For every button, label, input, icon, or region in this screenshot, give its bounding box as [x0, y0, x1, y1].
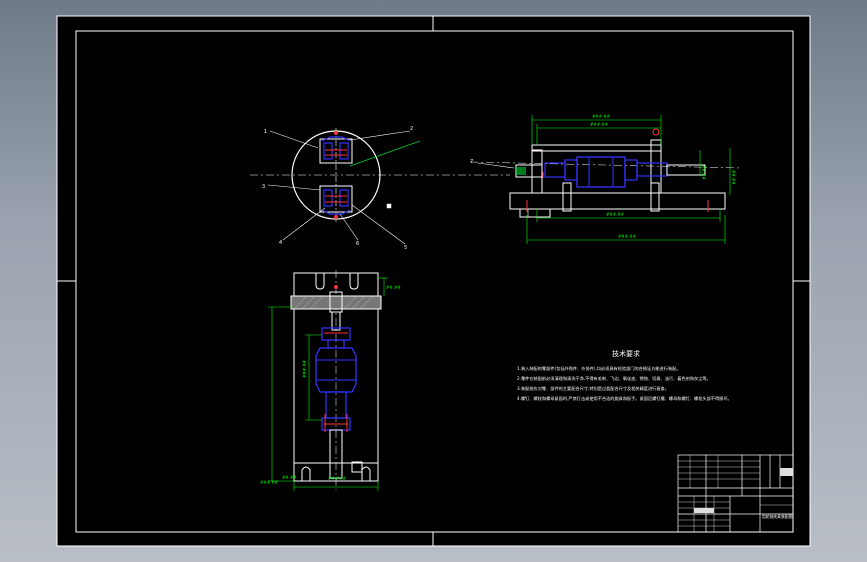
note-line-1: 1.装入装配的零部件(包括外购件、外协件),均必须具有检验部门的合格证方能进行装…	[517, 365, 681, 372]
svg-text:6: 6	[356, 241, 359, 247]
svg-text:##.##: ##.##	[701, 165, 706, 180]
svg-text:###.##: ###.##	[328, 476, 347, 481]
svg-text:###.##: ###.##	[606, 212, 625, 217]
svg-text:5: 5	[404, 245, 407, 251]
svg-text:###.##: ###.##	[618, 234, 637, 239]
svg-text:3: 3	[262, 184, 265, 190]
note-line-2: 2.零件在装配前必须清理和清洗干净,不得有毛刺、飞边、氧化皮、锈蚀、切屑、油污、…	[517, 375, 711, 382]
cad-viewport[interactable]: 1 2 3 4 5 6 ###.## ###.## ###.## ###.## ##.…	[0, 0, 867, 562]
svg-text:##.##: ##.##	[731, 170, 736, 185]
part-name: 齿轮轴夹具装配图	[762, 514, 793, 519]
note-line-4: 4.螺钉、螺栓和螺母紧固时,严禁打击或使用不合适的旋具和扳手。紧固后螺钉槽、螺母…	[517, 395, 732, 402]
svg-text:2: 2	[410, 126, 413, 132]
svg-text:7: 7	[470, 159, 473, 165]
note-line-3: 3.装配前应对零、部件的主要配合尺寸,特别是过盈配合尺寸及相关精度进行复查。	[517, 385, 669, 392]
cad-drawing: 1 2 3 4 5 6 ###.## ###.## ###.## ###.## ##.…	[56, 15, 811, 547]
svg-text:##.##: ##.##	[282, 475, 297, 480]
svg-text:###.##: ###.##	[260, 480, 279, 485]
svg-text:##.##: ##.##	[386, 285, 401, 290]
drawing-sheet	[57, 16, 810, 546]
svg-text:1: 1	[264, 129, 267, 135]
notes-title: 技术要求	[612, 349, 640, 358]
svg-text:###.##: ###.##	[590, 122, 609, 127]
svg-text:###.##: ###.##	[592, 114, 611, 119]
svg-text:###.##: ###.##	[302, 359, 307, 378]
svg-text:4: 4	[279, 240, 282, 246]
